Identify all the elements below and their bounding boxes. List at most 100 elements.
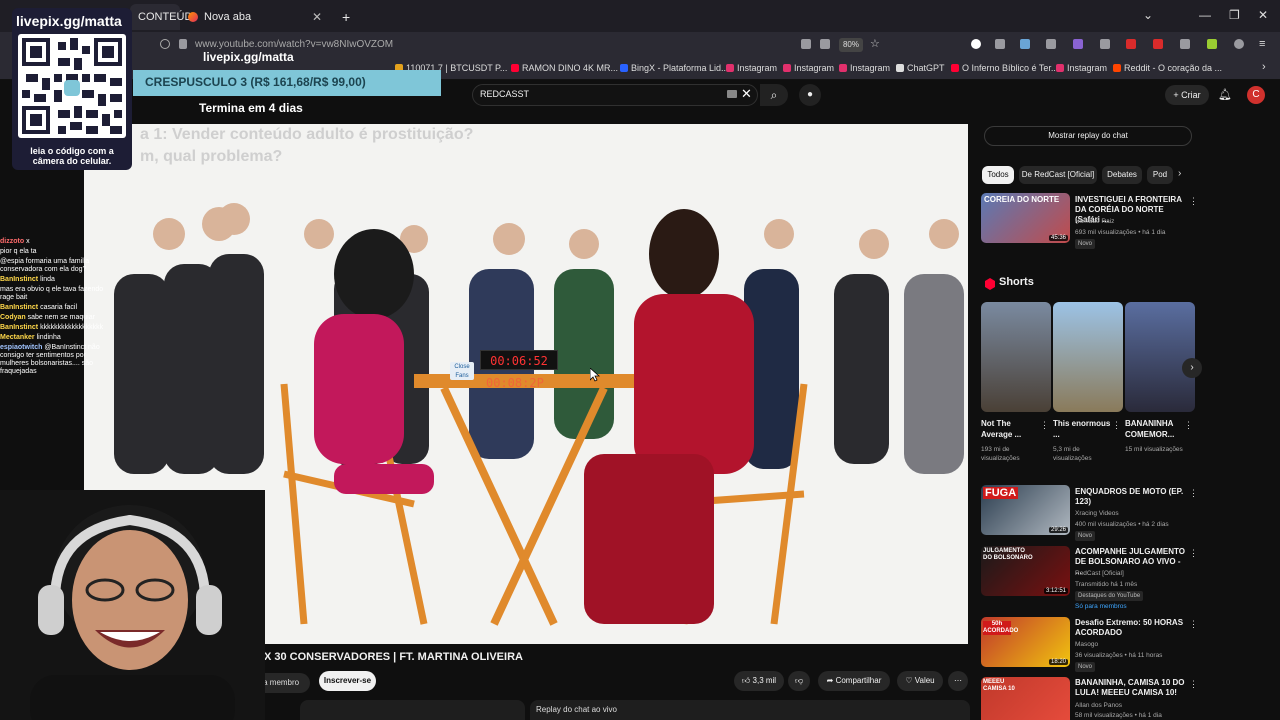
chat-username[interactable]: BanInstinct bbox=[0, 324, 38, 331]
bookmark-item[interactable]: Instagram bbox=[1056, 63, 1107, 73]
extension-icon[interactable] bbox=[1153, 39, 1163, 49]
zoom-level[interactable]: 80% bbox=[839, 38, 863, 52]
speaker-icon[interactable] bbox=[1046, 39, 1056, 49]
replay-chat-bar[interactable]: Replay do chat ao vivo bbox=[530, 700, 970, 720]
video-title[interactable]: ENQUADROS DE MOTO (EP. 123) bbox=[1075, 487, 1185, 507]
chat-username[interactable]: BanInstinct bbox=[0, 304, 38, 311]
extension-icon[interactable] bbox=[1207, 39, 1217, 49]
kebab-menu-icon[interactable]: ⋮ bbox=[1112, 420, 1121, 431]
extension-icon[interactable] bbox=[1073, 39, 1083, 49]
tab-new[interactable]: Nova aba ✕ bbox=[180, 4, 330, 30]
avatar[interactable]: C bbox=[1247, 86, 1265, 104]
url-bar[interactable]: www.youtube.com/watch?v=vw8NIwOVZOM bbox=[195, 39, 393, 50]
bookmark-item[interactable]: BingX - Plataforma Lid... bbox=[620, 63, 729, 73]
bookmark-item[interactable]: ChatGPT bbox=[896, 63, 945, 73]
short-thumbnail[interactable] bbox=[981, 302, 1051, 412]
bookmark-item[interactable]: O Inferno Bíblico é Ter... bbox=[951, 63, 1058, 73]
extension-icon[interactable] bbox=[971, 39, 981, 49]
more-actions-button[interactable]: ⋯ bbox=[948, 671, 968, 691]
dislike-button[interactable]: 👎︎ bbox=[788, 671, 810, 691]
search-input[interactable]: REDCASST bbox=[480, 89, 529, 99]
video-thumbnail[interactable]: JULGAMENTO DO BOLSONARO 3:12:51 bbox=[981, 546, 1070, 596]
kebab-menu-icon[interactable]: ⋮ bbox=[1189, 679, 1198, 690]
video-thumbnail[interactable]: COREIA DO NORTE 45:36 bbox=[981, 193, 1070, 243]
chat-username[interactable]: espiaotwitch bbox=[0, 344, 42, 351]
extension-icon[interactable] bbox=[1020, 39, 1030, 49]
channel-name[interactable]: RedCast [Oficial] bbox=[1075, 570, 1190, 577]
kebab-menu-icon[interactable]: ⋮ bbox=[1189, 619, 1198, 630]
menu-icon[interactable]: ≡ bbox=[1259, 39, 1269, 50]
close-tab-icon[interactable]: ✕ bbox=[312, 10, 322, 24]
bookmark-item[interactable]: RAMON DINO 4K MR... bbox=[511, 63, 618, 73]
video-title[interactable]: BANANINHA, CAMISA 10 DO LULA! MEEEU CAMI… bbox=[1075, 678, 1185, 698]
description-box[interactable] bbox=[300, 700, 525, 720]
video-thumbnail[interactable]: 50h ACORDADO 18:20 bbox=[981, 617, 1070, 667]
bookmarks-overflow-icon[interactable]: › bbox=[1262, 61, 1266, 73]
webcam-feed bbox=[0, 490, 265, 720]
channel-name[interactable]: Allan dos Panos bbox=[1075, 702, 1190, 709]
bookmark-item[interactable]: Instagram bbox=[783, 63, 834, 73]
shield-icon[interactable] bbox=[160, 39, 170, 49]
channel-name[interactable]: Nômade Raiz bbox=[1075, 218, 1190, 225]
chat-message: pior q ela ta bbox=[0, 248, 108, 256]
search-button[interactable]: ⌕ bbox=[760, 84, 788, 106]
chevron-down-icon[interactable]: ⌄ bbox=[1143, 8, 1153, 22]
keyboard-icon[interactable] bbox=[727, 90, 737, 98]
kebab-menu-icon[interactable]: ⋮ bbox=[1040, 420, 1049, 431]
bookmark-item[interactable]: Reddit - O coração da ... bbox=[1113, 63, 1222, 73]
chevron-right-icon[interactable]: › bbox=[1178, 168, 1181, 179]
extension-icon[interactable] bbox=[1180, 39, 1190, 49]
create-button[interactable]: + Criar bbox=[1165, 85, 1209, 105]
short-thumbnail[interactable] bbox=[1125, 302, 1195, 412]
extension-icon[interactable] bbox=[995, 39, 1005, 49]
short-title[interactable]: BANANINHA COMEMOR... bbox=[1125, 418, 1185, 440]
short-title[interactable]: Not The Average ... bbox=[981, 418, 1041, 440]
like-button[interactable]: 👍︎ 3,3 mil bbox=[734, 671, 784, 691]
short-thumbnail[interactable] bbox=[1053, 302, 1123, 412]
bookmark-item[interactable]: Instagram bbox=[839, 63, 890, 73]
kebab-menu-icon[interactable]: ⋮ bbox=[1189, 488, 1198, 499]
chat-username[interactable]: dizzoto bbox=[0, 238, 24, 245]
chat-username[interactable]: BanInstinct bbox=[0, 276, 38, 283]
lock-icon[interactable] bbox=[179, 39, 187, 49]
shorts-next-button[interactable]: › bbox=[1182, 358, 1202, 378]
channel-name[interactable]: Masogo bbox=[1075, 641, 1190, 648]
show-chat-replay-button[interactable]: Mostrar replay do chat bbox=[984, 126, 1192, 146]
star-icon[interactable]: ☆ bbox=[870, 39, 880, 50]
notifications-bell-icon[interactable]: 🔔︎ bbox=[1218, 88, 1232, 101]
account-icon[interactable] bbox=[1234, 39, 1244, 49]
video-title[interactable]: Desafio Extremo: 50 HORAS ACORDADO bbox=[1075, 618, 1185, 638]
kebab-menu-icon[interactable]: ⋮ bbox=[1189, 548, 1198, 559]
reader-icon[interactable] bbox=[820, 39, 830, 49]
share-button[interactable]: ➦ Compartilhar bbox=[818, 671, 890, 691]
channel-name[interactable]: Xracing Videos bbox=[1075, 510, 1190, 517]
close-window-icon[interactable]: ✕ bbox=[1258, 8, 1268, 22]
chat-message: BanInstinct kkkkkkkkkkkkkkkkkk bbox=[0, 324, 108, 332]
voice-search-button[interactable]: ● bbox=[799, 84, 821, 106]
tab-current[interactable]: CONTEÚD bbox=[130, 4, 192, 30]
shorts-icon bbox=[985, 278, 995, 290]
chip-debates[interactable]: Debates bbox=[1102, 166, 1142, 184]
kebab-menu-icon[interactable]: ⋮ bbox=[1184, 420, 1193, 431]
adblock-icon[interactable] bbox=[1126, 39, 1136, 49]
chip-pod[interactable]: Pod bbox=[1147, 166, 1173, 184]
bookmark-item[interactable]: Instagram bbox=[726, 63, 777, 73]
subscribe-button[interactable]: Inscrever-se bbox=[319, 671, 376, 691]
short-title[interactable]: This enormous ... bbox=[1053, 418, 1113, 440]
clear-search-icon[interactable]: ✕ bbox=[741, 86, 752, 102]
thanks-button[interactable]: ♡ Valeu bbox=[897, 671, 943, 691]
extension-icon[interactable] bbox=[1100, 39, 1110, 49]
video-thumbnail[interactable]: FUGA 29:26 bbox=[981, 485, 1070, 535]
minimize-icon[interactable]: — bbox=[1199, 8, 1211, 22]
chat-username[interactable]: Mectanker bbox=[0, 334, 35, 341]
thumbnail-text: COREIA DO NORTE bbox=[984, 195, 1060, 204]
chip-redcast[interactable]: De RedCast [Oficial] bbox=[1019, 166, 1097, 184]
maximize-icon[interactable]: ❐ bbox=[1229, 8, 1240, 22]
new-tab-button[interactable]: + bbox=[334, 4, 354, 30]
video-thumbnail[interactable]: MEEEU CAMISA 10 bbox=[981, 677, 1070, 720]
kebab-menu-icon[interactable]: ⋮ bbox=[1189, 196, 1198, 207]
chat-username[interactable]: Codyan bbox=[0, 314, 26, 321]
tab-label: Nova aba bbox=[204, 11, 252, 23]
picture-icon[interactable] bbox=[801, 39, 811, 49]
chip-todos[interactable]: Todos bbox=[982, 166, 1014, 184]
